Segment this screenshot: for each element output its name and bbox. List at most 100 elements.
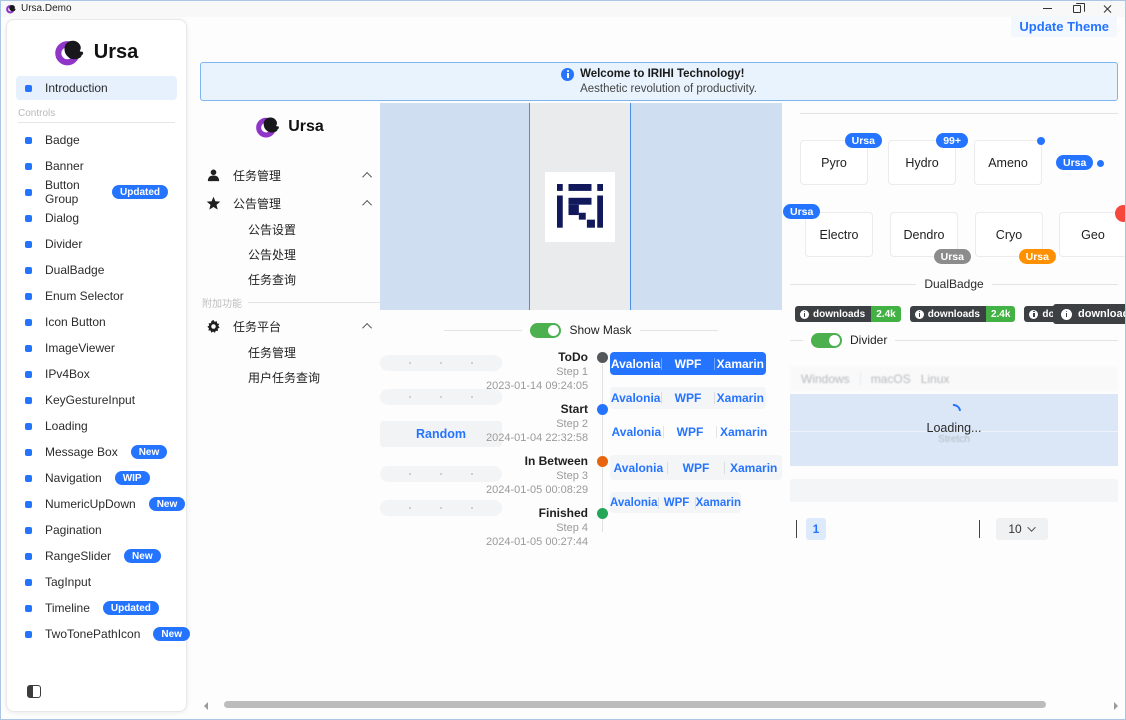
page-button[interactable] [902, 518, 922, 540]
sidebar-item[interactable]: IPv4Box [16, 361, 177, 387]
sidebar-item[interactable]: Button Group Updated [16, 179, 177, 205]
group-button-wpf[interactable]: WPF [668, 461, 725, 475]
timeline-dot-icon [597, 456, 608, 467]
timeline-step: Step 2 [486, 416, 588, 432]
page-button[interactable] [926, 518, 946, 540]
page-button[interactable] [854, 518, 874, 540]
nav-item-announce-process[interactable]: 公告处理 [200, 242, 380, 267]
sidebar-item[interactable]: ImageViewer [16, 335, 177, 361]
sidebar-list: Badge Banner Button Group Updated Dialog [16, 127, 177, 647]
nav-item-user-task-query[interactable]: 用户任务查询 [200, 365, 380, 390]
timeline-item: Finished Step 4 2024-01-05 00:27:44 [486, 506, 588, 558]
navigation-menu: Ursa 任务管理 公告管理 公告设置 公告处理 任务查询 附加功能 任务 [200, 103, 380, 390]
nav-item-task-management[interactable]: 任务管理 [200, 340, 380, 365]
bullet-icon [25, 397, 32, 404]
info-icon [915, 310, 924, 319]
bullet-icon [25, 267, 32, 274]
sidebar-item[interactable]: Banner [16, 153, 177, 179]
random-button[interactable]: Random [380, 421, 502, 447]
restore-button[interactable] [1062, 0, 1092, 17]
badge: Ursa [934, 249, 971, 264]
sidebar-item[interactable]: DualBadge [16, 257, 177, 283]
sidebar-item[interactable]: TwoTonePathIcon New [16, 621, 177, 647]
page-size-select[interactable]: 10 [996, 518, 1048, 540]
group-button-avalonia[interactable]: Avalonia [610, 425, 663, 439]
group-button-avalonia[interactable]: Avalonia [610, 357, 661, 371]
page-button[interactable] [950, 518, 970, 540]
badge-dot-icon [1097, 160, 1104, 167]
sidebar-item-label: TagInput [45, 575, 91, 589]
nav-group-label: 公告管理 [233, 195, 281, 212]
prev-page-button[interactable] [792, 520, 802, 538]
group-button-wpf[interactable]: WPF [664, 425, 717, 439]
group-button-wpf[interactable]: WPF [662, 391, 713, 405]
page-button[interactable] [878, 518, 898, 540]
sidebar-item[interactable]: Navigation WIP [16, 465, 177, 491]
sidebar-item[interactable]: TagInput [16, 569, 177, 595]
scroll-right-icon[interactable] [1114, 702, 1118, 710]
sidebar-item[interactable]: Message Box New [16, 439, 177, 465]
minimize-button[interactable] [1032, 0, 1062, 17]
gear-icon [206, 319, 221, 334]
group-button-xamarin[interactable]: Xamarin [696, 497, 741, 509]
group-button-avalonia[interactable]: Avalonia [610, 497, 658, 509]
dual-badge: downloads 2.4k [910, 306, 1016, 322]
nav-group-announcement[interactable]: 公告管理 [200, 189, 380, 217]
sidebar-item[interactable]: Divider [16, 231, 177, 257]
sidebar-item-label: TwoTonePathIcon [45, 627, 140, 641]
group-button-avalonia[interactable]: Avalonia [610, 391, 661, 405]
scroll-left-icon[interactable] [204, 702, 208, 710]
sidebar-item[interactable]: NumericUpDown New [16, 491, 177, 517]
app-logo-icon [6, 4, 17, 14]
dual-badge-left: downloads [795, 306, 871, 322]
sidebar-item[interactable]: KeyGestureInput [16, 387, 177, 413]
sidebar-item[interactable]: Pagination [16, 517, 177, 543]
group-button-wpf[interactable]: WPF [662, 357, 713, 371]
bullet-icon [25, 319, 32, 326]
group-button-wpf[interactable]: WPF [659, 497, 695, 509]
horizontal-scrollbar[interactable] [196, 699, 1126, 713]
timeline-dot-icon [597, 404, 608, 415]
group-button-avalonia[interactable]: Avalonia [610, 461, 667, 475]
nav-separator-label: 附加功能 [202, 295, 242, 310]
nav-item-label: 任务查询 [248, 271, 296, 288]
sidebar-item[interactable]: Icon Button [16, 309, 177, 335]
divider-line [790, 340, 803, 341]
sidebar-logo: Ursa [16, 30, 177, 74]
scrollbar-thumb[interactable] [224, 701, 1046, 708]
divider-toggle[interactable] [811, 333, 842, 348]
sidebar-item[interactable]: Badge [16, 127, 177, 153]
nav-group-task-platform[interactable]: 任务平台 [200, 312, 380, 340]
update-theme-button[interactable]: Update Theme [1011, 16, 1117, 37]
tab-windows[interactable]: Windows [801, 372, 850, 386]
image-viewer[interactable] [380, 103, 782, 310]
nav-group-label: 任务管理 [233, 167, 281, 184]
sidebar-item[interactable]: RangeSlider New [16, 543, 177, 569]
group-button-xamarin[interactable]: Xamarin [715, 357, 766, 371]
page-button-current[interactable]: 1 [806, 518, 826, 540]
sidebar-item[interactable]: Loading [16, 413, 177, 439]
sidebar-item-badge: New [124, 549, 161, 563]
nav-item-task-query[interactable]: 任务查询 [200, 267, 380, 292]
sidebar-item-introduction[interactable]: Introduction [16, 76, 177, 100]
page-button[interactable] [830, 518, 850, 540]
group-button-xamarin[interactable]: Xamarin [717, 425, 770, 439]
sidebar-item[interactable]: Enum Selector [16, 283, 177, 309]
group-button-xamarin[interactable]: Xamarin [725, 461, 782, 475]
badge-card-ameno: Ameno [974, 140, 1042, 185]
sidebar-item[interactable]: Dialog [16, 205, 177, 231]
titlebar[interactable]: Ursa.Demo [0, 0, 1126, 17]
tab-macos[interactable]: macOS [871, 372, 911, 386]
chevron-up-icon [362, 171, 372, 181]
next-page-button[interactable] [974, 520, 984, 538]
dual-badge-key: downloads [1078, 308, 1126, 320]
group-button-xamarin[interactable]: Xamarin [715, 391, 766, 405]
bullet-icon [25, 241, 32, 248]
sidebar-collapse-button[interactable] [27, 685, 41, 698]
nav-group-task-management[interactable]: 任务管理 [200, 161, 380, 189]
show-mask-toggle[interactable] [530, 323, 561, 338]
nav-item-announce-setting[interactable]: 公告设置 [200, 217, 380, 242]
tab-linux[interactable]: Linux [921, 372, 950, 386]
sidebar-item[interactable]: Timeline Updated [16, 595, 177, 621]
close-button[interactable] [1092, 0, 1122, 17]
